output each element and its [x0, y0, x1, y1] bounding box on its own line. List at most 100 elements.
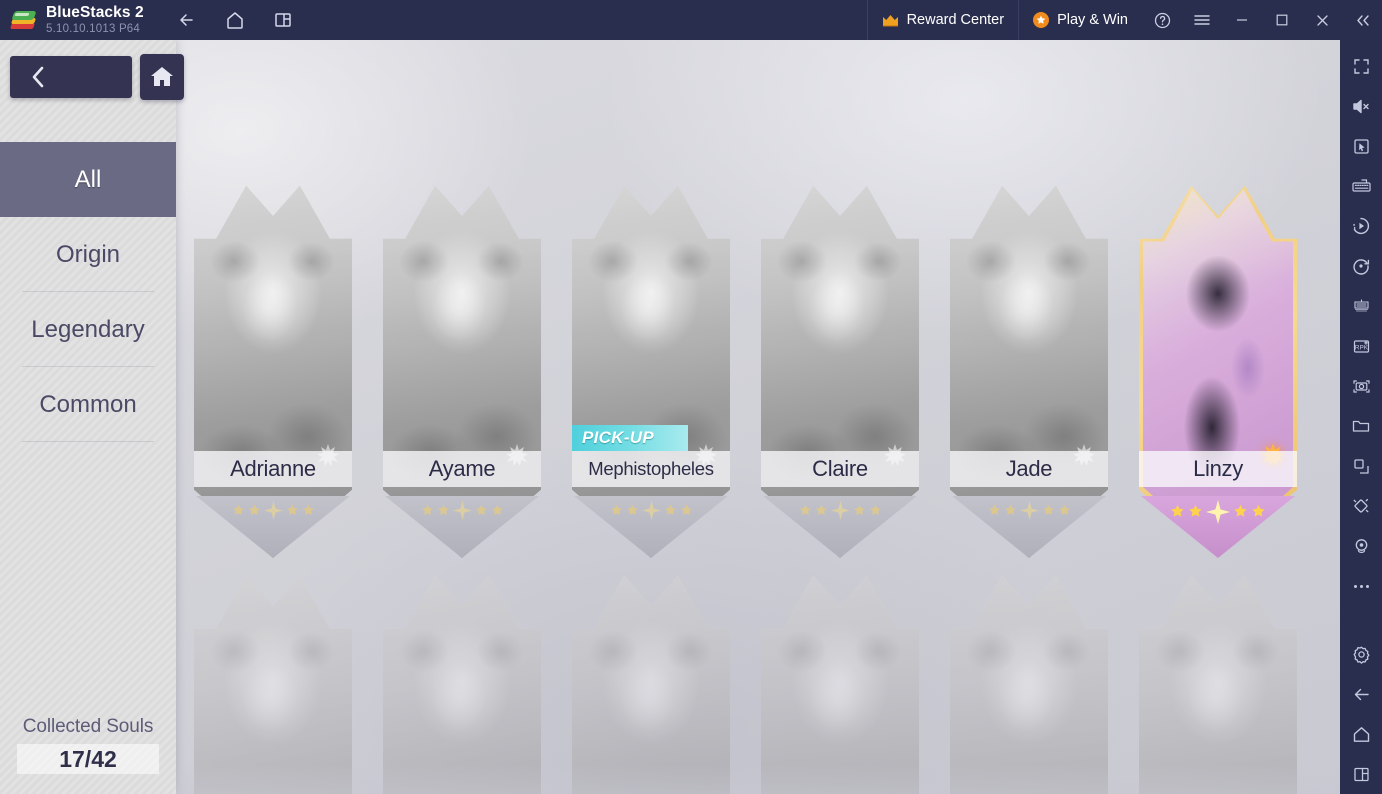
title-bar-nav	[170, 5, 300, 35]
rarity-filter-list: All Origin Legendary Common	[0, 142, 176, 442]
character-card-claire[interactable]: Claire	[761, 178, 919, 558]
card-name: Adrianne	[230, 456, 316, 481]
card-name: Ayame	[428, 456, 496, 481]
character-card[interactable]	[1139, 568, 1297, 794]
card-portrait	[761, 575, 919, 794]
folder-icon[interactable]	[1340, 406, 1382, 446]
double-chevron-left-icon[interactable]	[1342, 0, 1382, 40]
card-star-banner	[385, 496, 539, 558]
app-version: 5.10.10.1013 P64	[46, 22, 141, 35]
card-star-banner	[952, 496, 1106, 558]
star-badge-icon	[1033, 12, 1050, 28]
maximize-icon[interactable]	[1262, 0, 1302, 40]
play-record-icon[interactable]	[1340, 206, 1382, 246]
recents-icon[interactable]	[1340, 754, 1382, 794]
help-circle-icon[interactable]	[1142, 0, 1182, 40]
play-and-win-label: Play & Win	[1057, 12, 1128, 28]
card-name: Mephistopheles	[588, 458, 714, 479]
bluestacks-window: BlueStacks 2 5.10.10.1013 P64 Reward Cen…	[0, 0, 1382, 794]
location-pin-icon[interactable]	[1340, 526, 1382, 566]
home-icon[interactable]	[218, 5, 252, 35]
filter-legendary[interactable]: Legendary	[0, 292, 176, 367]
card-nameplate: Claire	[761, 451, 919, 487]
minimize-icon[interactable]	[1222, 0, 1262, 40]
apk-install-icon[interactable]: RPK	[1340, 326, 1382, 366]
title-bar: BlueStacks 2 5.10.10.1013 P64 Reward Cen…	[0, 0, 1382, 40]
filter-common[interactable]: Common	[0, 367, 176, 442]
game-home-button[interactable]	[140, 54, 184, 100]
character-card-adrianne[interactable]: Adrianne	[194, 178, 352, 558]
card-portrait	[950, 575, 1108, 794]
crown-icon	[882, 14, 899, 27]
more-dots-icon[interactable]	[1340, 566, 1382, 606]
filter-label: All	[74, 165, 102, 193]
reward-center-button[interactable]: Reward Center	[866, 0, 1019, 40]
filter-origin[interactable]: Origin	[0, 217, 176, 292]
rotate-icon[interactable]	[1340, 246, 1382, 286]
bluestacks-side-toolbar: RPK	[1340, 40, 1382, 794]
home-icon	[151, 67, 173, 86]
shake-device-icon[interactable]	[1340, 486, 1382, 526]
game-back-button[interactable]	[10, 56, 132, 98]
fullscreen-icon[interactable]	[1340, 46, 1382, 86]
pickup-badge: PICK-UP	[572, 425, 688, 451]
card-nameplate: Mephistopheles	[572, 451, 730, 487]
filter-all[interactable]: All	[0, 142, 176, 217]
camera-icon[interactable]	[1340, 366, 1382, 406]
character-grid: Adrianne Ayame PICK-UP Mephistopheles Cl…	[176, 40, 1340, 794]
svg-text:RPK: RPK	[1354, 344, 1368, 351]
card-portrait	[572, 575, 730, 794]
sync-instance-icon[interactable]	[1340, 286, 1382, 326]
card-name: Jade	[1005, 456, 1053, 481]
card-portrait	[1139, 575, 1297, 794]
reward-center-label: Reward Center	[906, 12, 1005, 28]
copy-paste-icon[interactable]	[1340, 446, 1382, 486]
app-title-block: BlueStacks 2 5.10.10.1013 P64	[46, 5, 144, 35]
card-nameplate: Jade	[950, 451, 1108, 487]
card-star-banner	[196, 496, 350, 558]
character-card[interactable]	[761, 568, 919, 794]
card-nameplate: Adrianne	[194, 451, 352, 487]
character-row	[194, 568, 1297, 794]
hamburger-menu-icon[interactable]	[1182, 0, 1222, 40]
card-portrait	[383, 575, 541, 794]
home-icon[interactable]	[1340, 714, 1382, 754]
character-card[interactable]	[572, 568, 730, 794]
game-left-panel: All Origin Legendary Common Collected So	[0, 40, 184, 794]
card-portrait	[194, 575, 352, 794]
character-card-linzy[interactable]: Linzy	[1139, 178, 1297, 558]
arrow-left-icon[interactable]	[1340, 674, 1382, 714]
cursor-pointer-icon[interactable]	[1340, 126, 1382, 166]
card-nameplate: Linzy	[1139, 451, 1297, 487]
filter-label: Legendary	[31, 315, 145, 343]
character-card[interactable]	[950, 568, 1108, 794]
keyboard-icon[interactable]	[1340, 166, 1382, 206]
game-nav-buttons	[10, 54, 184, 100]
back-arrow-icon[interactable]	[170, 5, 204, 35]
speaker-mute-icon[interactable]	[1340, 86, 1382, 126]
collected-souls-count: 17/42	[17, 744, 159, 774]
play-and-win-button[interactable]: Play & Win	[1018, 0, 1142, 40]
card-star-banner	[763, 496, 917, 558]
card-name: Claire	[812, 456, 868, 481]
pickup-label: PICK-UP	[582, 428, 654, 447]
character-card-ayame[interactable]: Ayame	[383, 178, 541, 558]
card-name: Linzy	[1193, 456, 1243, 481]
character-card-jade[interactable]: Jade	[950, 178, 1108, 558]
card-star-banner	[1141, 496, 1295, 558]
app-title: BlueStacks 2	[46, 4, 144, 21]
close-icon[interactable]	[1302, 0, 1342, 40]
filter-label: Common	[39, 390, 137, 418]
filter-label: Origin	[55, 240, 121, 268]
gear-icon[interactable]	[1340, 634, 1382, 674]
character-card-mephistopheles[interactable]: PICK-UP Mephistopheles	[572, 178, 730, 558]
character-row: Adrianne Ayame PICK-UP Mephistopheles Cl…	[194, 178, 1297, 558]
collected-souls-label: Collected Souls	[22, 716, 154, 737]
character-card[interactable]	[194, 568, 352, 794]
character-card[interactable]	[383, 568, 541, 794]
multi-instance-icon[interactable]	[266, 5, 300, 35]
card-star-banner	[574, 496, 728, 558]
game-viewport: All Origin Legendary Common Collected So	[0, 40, 1340, 794]
bluestacks-logo-icon	[9, 7, 37, 33]
window-controls	[1142, 0, 1382, 40]
